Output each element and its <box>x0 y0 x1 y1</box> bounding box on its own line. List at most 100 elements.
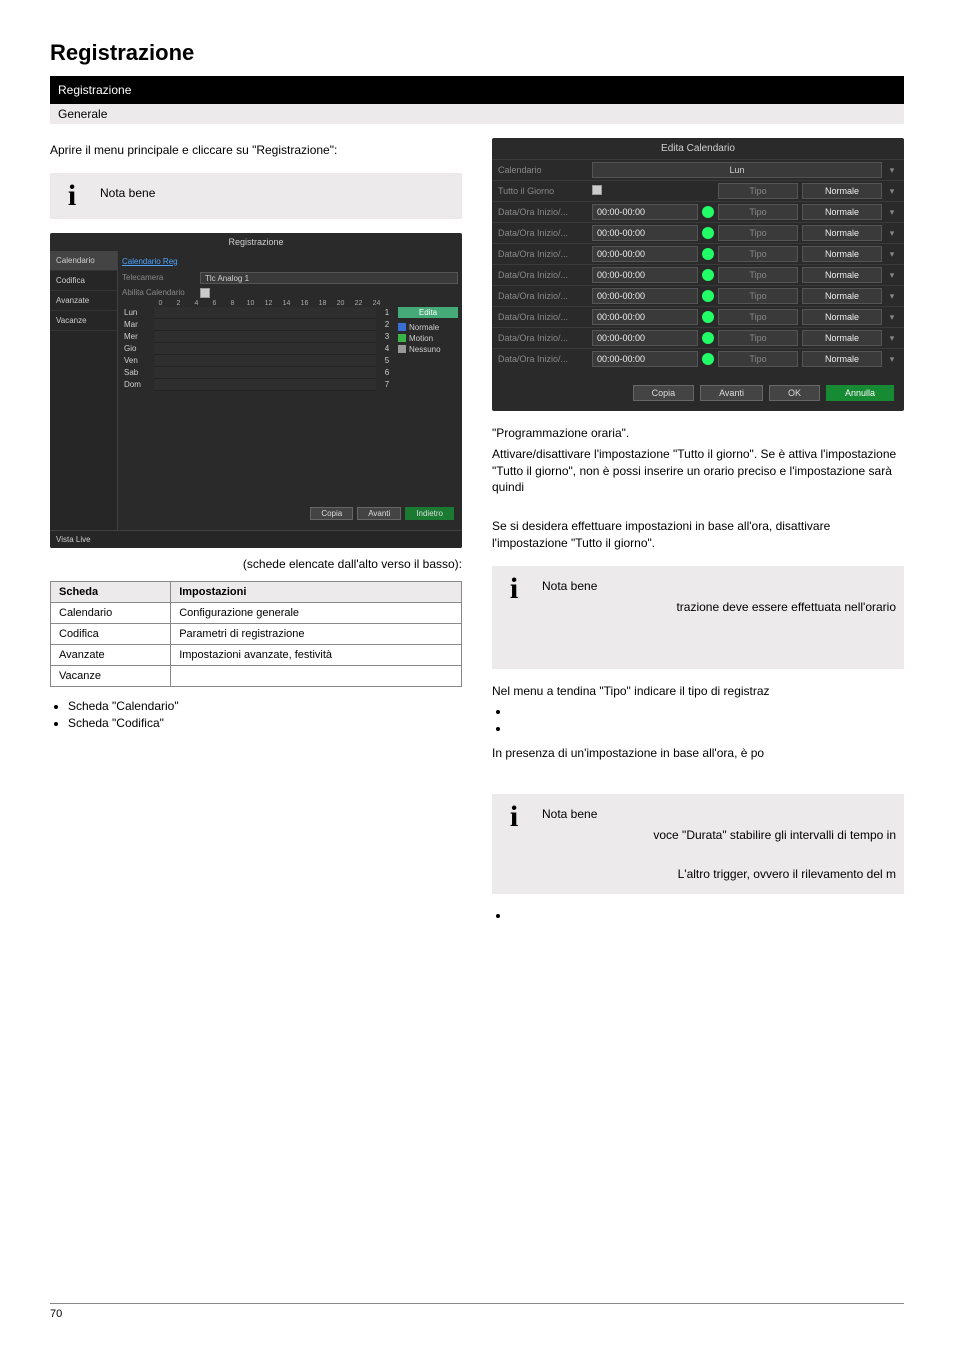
label-tipo: Tipo <box>718 330 798 346</box>
select-tipo[interactable]: Normale <box>802 183 882 199</box>
time-range-input[interactable]: 00:00-00:00 <box>592 225 698 241</box>
day-label: Dom <box>122 379 150 391</box>
sidebar-item-codifica[interactable]: Codifica <box>50 271 117 291</box>
tab-calendario-reg[interactable]: Calendario Reg <box>122 255 458 270</box>
chevron-down-icon: ▾ <box>886 291 898 302</box>
clock-icon[interactable] <box>702 353 714 365</box>
checkbox-abilita-calendario[interactable] <box>200 288 210 298</box>
ok-button[interactable]: OK <box>769 385 820 401</box>
checkbox-tutto-il-giorno[interactable] <box>592 185 602 195</box>
time-range-input[interactable]: 00:00-00:00 <box>592 309 698 325</box>
time-range-input[interactable]: 00:00-00:00 <box>592 288 698 304</box>
edit-button[interactable]: Edita <box>398 307 458 318</box>
window-title: Registrazione <box>50 233 462 251</box>
clock-icon[interactable] <box>702 311 714 323</box>
time-range-input[interactable]: 00:00-00:00 <box>592 351 698 367</box>
label-data-ora: Data/Ora Inizio/... <box>498 207 588 217</box>
avanti-button[interactable]: Avanti <box>357 507 401 520</box>
chevron-down-icon: ▾ <box>886 333 898 344</box>
clock-icon[interactable] <box>702 227 714 239</box>
table-cell: Configurazione generale <box>171 602 462 623</box>
time-range-input[interactable]: 00:00-00:00 <box>592 246 698 262</box>
paragraph: Se si desidera effettuare impostazioni i… <box>492 518 904 552</box>
table-cell: Codifica <box>51 623 171 644</box>
sidebar-item-calendario[interactable]: Calendario <box>50 251 117 271</box>
sidebar-item-avanzate[interactable]: Avanzate <box>50 291 117 311</box>
select-tipo[interactable]: Normale <box>802 330 882 346</box>
info-icon: i <box>500 802 528 886</box>
chevron-down-icon: ▾ <box>886 207 898 218</box>
list-item: Scheda "Calendario" <box>68 699 462 713</box>
page-number: 70 <box>50 1308 62 1320</box>
label-tutto-il-giorno: Tutto il Giorno <box>498 186 588 196</box>
caption: (schede elencate dall'alto verso il bass… <box>50 556 462 573</box>
chevron-down-icon: ▾ <box>886 228 898 239</box>
label-data-ora: Data/Ora Inizio/... <box>498 270 588 280</box>
annulla-button[interactable]: Annulla <box>826 385 894 401</box>
select-telecamera[interactable]: Tlc Analog 1 <box>200 272 458 284</box>
info-icon: i <box>58 181 86 211</box>
label-data-ora: Data/Ora Inizio/... <box>498 291 588 301</box>
section-black-bar: Registrazione <box>50 76 904 104</box>
paragraph: In presenza di un'impostazione in base a… <box>492 745 904 762</box>
chevron-down-icon: ▾ <box>886 270 898 281</box>
legend-swatch-motion <box>398 334 406 342</box>
time-range-input[interactable]: 00:00-00:00 <box>592 330 698 346</box>
avanti-button[interactable]: Avanti <box>700 385 763 401</box>
select-tipo[interactable]: Normale <box>802 225 882 241</box>
table-cell: Vacanze <box>51 665 171 686</box>
schedule-grid[interactable] <box>154 307 376 391</box>
label-abilita-calendario: Abilita Calendario <box>122 288 194 297</box>
select-tipo[interactable]: Normale <box>802 246 882 262</box>
select-tipo[interactable]: Normale <box>802 309 882 325</box>
info-body: trazione deve essere effettuata nell'ora… <box>542 599 896 616</box>
schede-table: SchedaImpostazioni CalendarioConfigurazi… <box>50 581 462 687</box>
paragraph: Nel menu a tendina "Tipo" indicare il ti… <box>492 683 904 700</box>
day-label: Mer <box>122 331 150 343</box>
clock-icon[interactable] <box>702 248 714 260</box>
screenshot-edita-calendario: Edita Calendario Calendario Lun ▾ Tutto … <box>492 138 904 411</box>
clock-icon[interactable] <box>702 332 714 344</box>
label-tipo: Tipo <box>718 309 798 325</box>
table-cell: Calendario <box>51 602 171 623</box>
label-data-ora: Data/Ora Inizio/... <box>498 249 588 259</box>
paragraph: Attivare/disattivare l'impostazione "Tut… <box>492 446 904 496</box>
info-title: Nota bene <box>542 578 896 595</box>
vista-live-link[interactable]: Vista Live <box>50 530 462 548</box>
time-range-input[interactable]: 00:00-00:00 <box>592 204 698 220</box>
select-calendario-day[interactable]: Lun <box>592 162 882 178</box>
indietro-button[interactable]: Indietro <box>405 507 454 520</box>
info-body: L'altro trigger, ovvero il rilevamento d… <box>542 866 896 883</box>
label-tipo: Tipo <box>718 351 798 367</box>
sidebar-item-vacanze[interactable]: Vacanze <box>50 311 117 331</box>
dialog-title: Edita Calendario <box>492 138 904 159</box>
chevron-down-icon: ▾ <box>886 354 898 365</box>
clock-icon[interactable] <box>702 269 714 281</box>
label-telecamera: Telecamera <box>122 273 194 282</box>
select-tipo[interactable]: Normale <box>802 267 882 283</box>
list-item: Scheda "Codifica" <box>68 716 462 730</box>
info-body: voce "Durata" stabilire gli intervalli d… <box>542 827 896 844</box>
list-item <box>510 908 904 922</box>
hour-ticks: 024681012141618202224 <box>122 300 458 307</box>
copia-button[interactable]: Copia <box>310 507 353 520</box>
table-cell <box>171 665 462 686</box>
legend-label: Motion <box>409 334 433 343</box>
chevron-down-icon: ▾ <box>886 165 898 176</box>
clock-icon[interactable] <box>702 206 714 218</box>
select-tipo[interactable]: Normale <box>802 351 882 367</box>
day-label: Ven <box>122 355 150 367</box>
select-tipo[interactable]: Normale <box>802 204 882 220</box>
paragraph: "Programmazione oraria". <box>492 425 904 442</box>
label-calendario: Calendario <box>498 165 588 175</box>
chevron-down-icon: ▾ <box>886 249 898 260</box>
section-gray-bar: Generale <box>50 104 904 124</box>
time-range-input[interactable]: 00:00-00:00 <box>592 267 698 283</box>
legend-swatch-nessuno <box>398 345 406 353</box>
copia-button[interactable]: Copia <box>633 385 695 401</box>
list-item <box>510 704 904 718</box>
label-data-ora: Data/Ora Inizio/... <box>498 354 588 364</box>
select-tipo[interactable]: Normale <box>802 288 882 304</box>
clock-icon[interactable] <box>702 290 714 302</box>
label-tipo: Tipo <box>718 183 798 199</box>
